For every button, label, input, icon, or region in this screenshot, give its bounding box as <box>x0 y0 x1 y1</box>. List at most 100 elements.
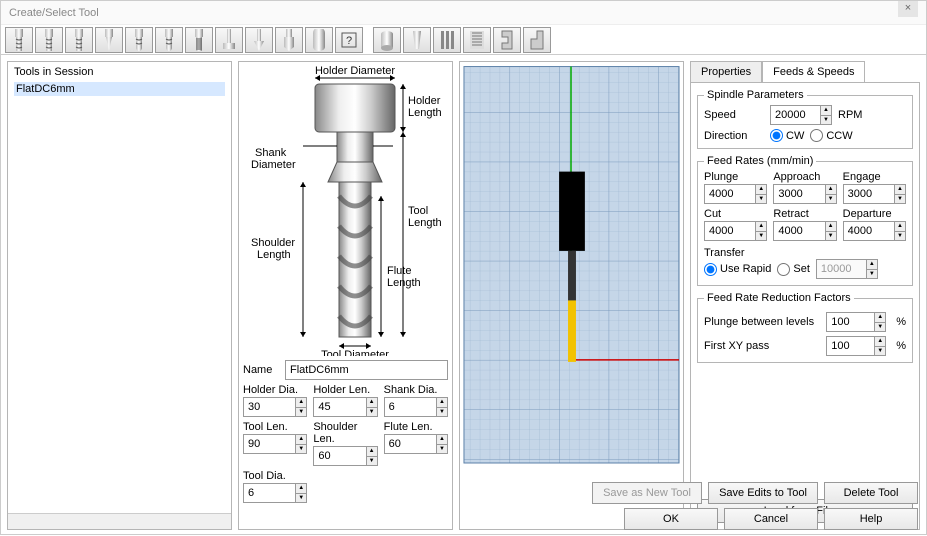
flute-len-label: Flute Len. <box>384 421 448 433</box>
diag-label-tool-dia: Tool Diameter <box>321 349 389 356</box>
tool-dia-input[interactable] <box>244 484 295 502</box>
direction-cw-radio[interactable]: CW <box>770 129 804 142</box>
svg-text:Diameter: Diameter <box>251 159 296 171</box>
save-edits-button[interactable]: Save Edits to Tool <box>708 482 818 504</box>
plunge-between-input[interactable] <box>827 313 874 331</box>
ok-button[interactable]: OK <box>624 508 718 530</box>
toolbtn-flatbottom[interactable] <box>215 27 243 53</box>
horizontal-scrollbar[interactable] <box>8 513 231 529</box>
svg-text:Length: Length <box>257 249 291 261</box>
retract-input[interactable] <box>774 222 824 240</box>
toolbtn-endmill-2[interactable] <box>35 27 63 53</box>
tool-len-input[interactable] <box>244 435 295 453</box>
direction-ccw-radio[interactable]: CCW <box>810 129 852 142</box>
speed-label: Speed <box>704 109 764 121</box>
toolbtn-endmill-1[interactable] <box>5 27 33 53</box>
engage-label: Engage <box>843 171 906 183</box>
diag-label-tool-len: Tool <box>408 205 428 217</box>
toolbtn-chamfer[interactable] <box>275 27 303 53</box>
name-label: Name <box>243 364 281 376</box>
diag-label-shoulder-len: Shoulder <box>251 237 295 249</box>
diag-label-holder-dia: Holder Diameter <box>315 66 395 77</box>
speed-input[interactable] <box>771 106 820 124</box>
toolbtn-stock-cylinder[interactable] <box>373 27 401 53</box>
spin-down[interactable]: ▼ <box>295 408 306 417</box>
retract-label: Retract <box>773 208 836 220</box>
spindle-parameters-group: Spindle Parameters Speed ▲▼ RPM Directio… <box>697 89 913 149</box>
svg-text:Length: Length <box>408 107 442 119</box>
delete-tool-button[interactable]: Delete Tool <box>824 482 918 504</box>
name-input[interactable] <box>285 360 448 380</box>
toolbtn-vbit[interactable] <box>95 27 123 53</box>
tools-in-session-panel: Tools in Session FlatDC6mm <box>7 61 232 530</box>
approach-label: Approach <box>773 171 836 183</box>
speed-unit: RPM <box>838 109 862 121</box>
plunge-between-label: Plunge between levels <box>704 316 820 328</box>
feed-rates-group: Feed Rates (mm/min) Plunge▲▼ Approach▲▼ … <box>697 155 913 286</box>
close-icon[interactable]: × <box>898 1 918 17</box>
tab-feeds-speeds[interactable]: Feeds & Speeds <box>762 61 865 82</box>
tool-preview-3d[interactable] <box>459 61 684 530</box>
tab-properties[interactable]: Properties <box>690 61 762 82</box>
tool-dia-label: Tool Dia. <box>243 470 307 482</box>
toolbtn-stock-bars[interactable] <box>433 27 461 53</box>
toolbtn-stock-step[interactable] <box>523 27 551 53</box>
approach-input[interactable] <box>774 185 824 203</box>
transfer-label: Transfer <box>704 247 906 259</box>
cancel-button[interactable]: Cancel <box>724 508 818 530</box>
holder-dia-input[interactable] <box>244 398 295 416</box>
tools-in-session-header: Tools in Session <box>8 62 231 82</box>
shoulder-len-input[interactable] <box>314 447 365 465</box>
first-xy-label: First XY pass <box>704 340 820 352</box>
tool-type-toolbar: ? <box>1 25 926 55</box>
tools-in-session-list[interactable]: FlatDC6mm <box>8 82 231 513</box>
transfer-set-radio[interactable]: Set <box>777 263 810 276</box>
toolbtn-thread[interactable] <box>185 27 213 53</box>
first-xy-input[interactable] <box>827 337 874 355</box>
holder-dia-label: Holder Dia. <box>243 384 307 396</box>
save-as-new-tool-button: Save as New Tool <box>592 482 702 504</box>
feed-legend: Feed Rates (mm/min) <box>704 155 816 167</box>
transfer-use-rapid-radio[interactable]: Use Rapid <box>704 263 771 276</box>
svg-text:Length: Length <box>387 277 421 289</box>
departure-input[interactable] <box>844 222 894 240</box>
plunge-label: Plunge <box>704 171 767 183</box>
toolbtn-ball-2[interactable] <box>155 27 183 53</box>
spin-up[interactable]: ▲ <box>295 398 306 408</box>
direction-label: Direction <box>704 130 764 142</box>
spindle-legend: Spindle Parameters <box>704 89 807 101</box>
percent-label: % <box>896 316 906 328</box>
departure-label: Departure <box>843 208 906 220</box>
tool-len-label: Tool Len. <box>243 421 307 433</box>
cut-label: Cut <box>704 208 767 220</box>
toolbtn-stock-slots[interactable] <box>463 27 491 53</box>
diag-label-flute-len: Flute <box>387 265 411 277</box>
toolbtn-help[interactable]: ? <box>335 27 363 53</box>
properties-panel: Properties Feeds & Speeds Spindle Parame… <box>690 61 920 530</box>
holder-len-input[interactable] <box>314 398 365 416</box>
toolbtn-ball-1[interactable] <box>125 27 153 53</box>
holder-len-label: Holder Len. <box>313 384 377 396</box>
shank-dia-input[interactable] <box>385 398 436 416</box>
svg-text:Length: Length <box>408 217 442 229</box>
toolbtn-stock-bracket[interactable] <box>493 27 521 53</box>
reduction-legend: Feed Rate Reduction Factors <box>704 292 854 304</box>
window-title: Create/Select Tool <box>9 1 99 24</box>
engage-input[interactable] <box>844 185 894 203</box>
diag-label-holder-len: Holder <box>408 95 441 107</box>
cut-input[interactable] <box>705 222 755 240</box>
transfer-set-input[interactable] <box>817 260 866 278</box>
plunge-input[interactable] <box>705 185 755 203</box>
toolbtn-stock-cone[interactable] <box>403 27 431 53</box>
toolbtn-spot[interactable] <box>245 27 273 53</box>
feed-reduction-group: Feed Rate Reduction Factors Plunge betwe… <box>697 292 913 363</box>
flute-len-input[interactable] <box>385 435 436 453</box>
toolbtn-endmill-3[interactable] <box>65 27 93 53</box>
shank-dia-label: Shank Dia. <box>384 384 448 396</box>
diag-label-shank-dia: Shank <box>255 147 287 159</box>
svg-text:?: ? <box>346 35 352 47</box>
shoulder-len-label: Shoulder Len. <box>313 421 377 445</box>
toolbtn-spade[interactable] <box>305 27 333 53</box>
help-button[interactable]: Help <box>824 508 918 530</box>
session-tool-item[interactable]: FlatDC6mm <box>14 82 225 96</box>
